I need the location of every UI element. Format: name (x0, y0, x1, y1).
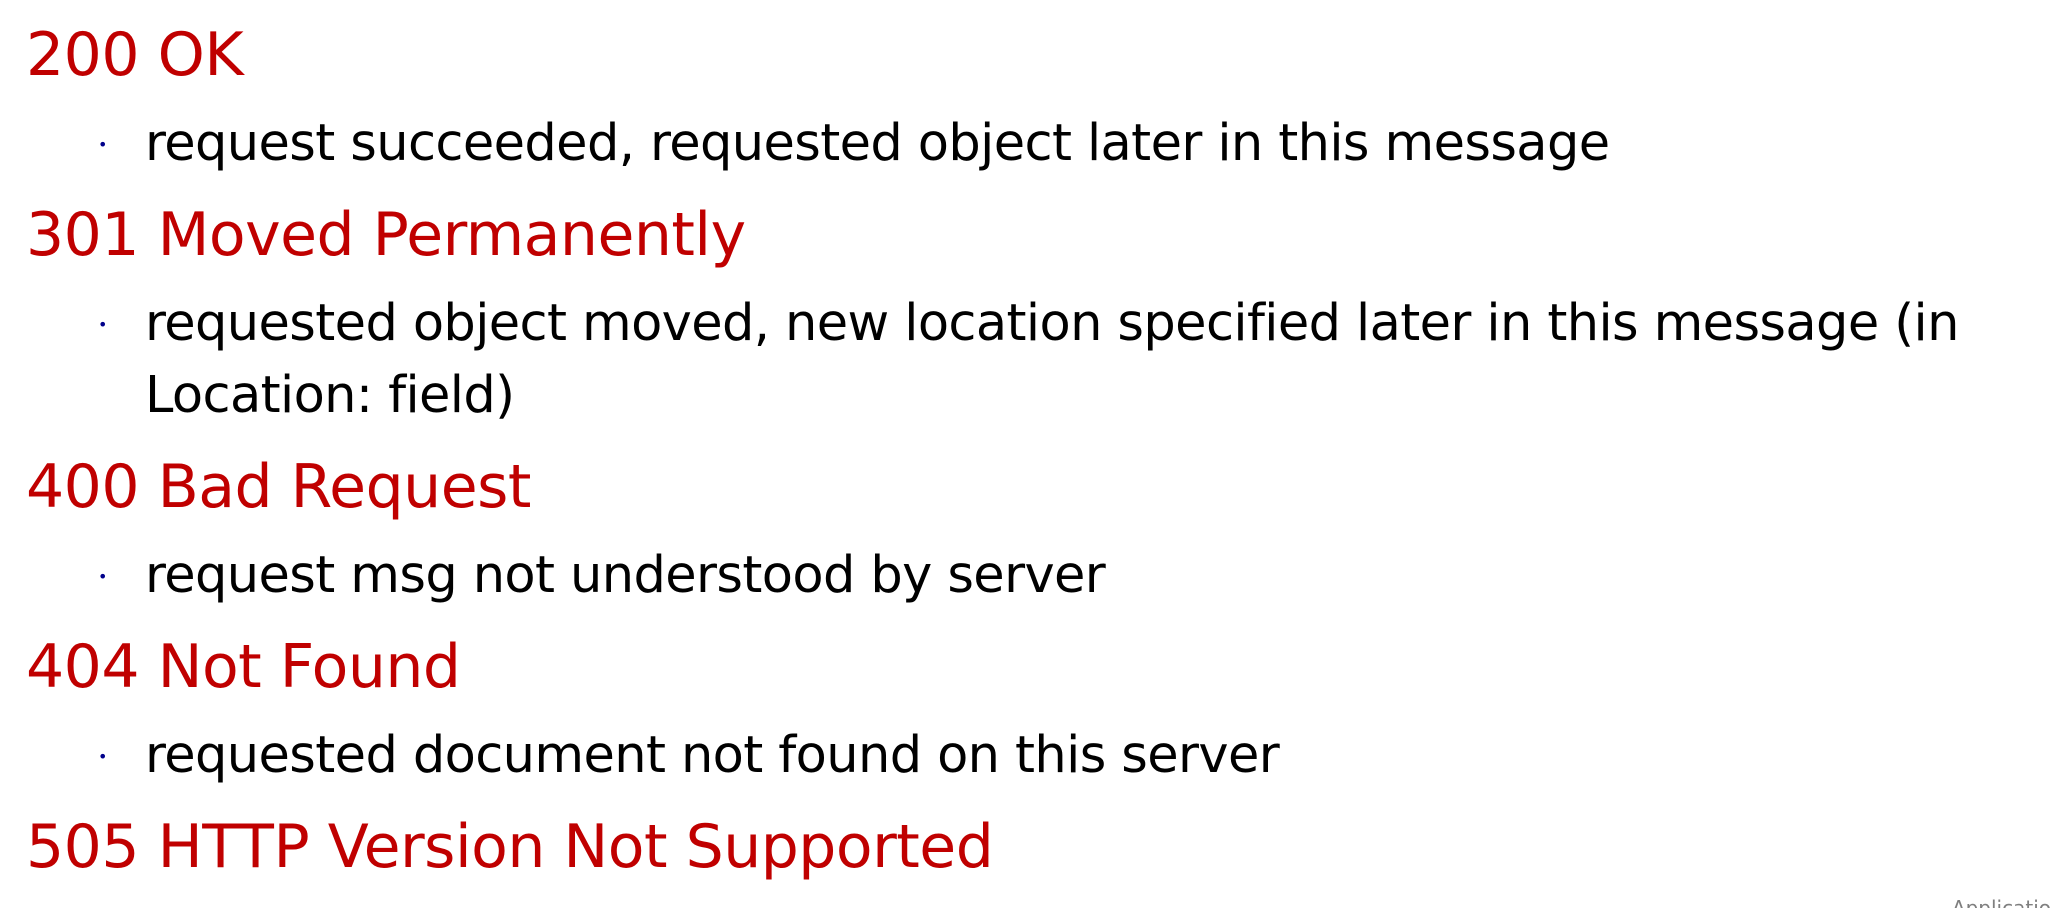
status-code-400-description: request msg not understood by server (145, 546, 1106, 605)
slide-footer-text: Applicatio (1951, 896, 2051, 908)
status-code-505-heading: 505 HTTP Version Not Supported (26, 812, 994, 882)
status-code-404-description: requested document not found on this ser… (145, 726, 1280, 785)
status-code-200-heading: 200 OK (26, 20, 244, 90)
slide: 200 OK • request succeeded, requested ob… (0, 0, 2061, 908)
bullet-icon: • (98, 135, 108, 154)
status-code-301-description-line-1: requested object moved, new location spe… (145, 294, 1959, 353)
bullet-icon: • (98, 747, 108, 766)
bullet-icon: • (98, 315, 108, 334)
bullet-icon: • (98, 567, 108, 586)
status-code-301-description-line-2: Location: field) (145, 366, 515, 425)
status-code-400-heading: 400 Bad Request (26, 452, 531, 522)
status-code-301-heading: 301 Moved Permanently (26, 200, 746, 270)
status-code-404-heading: 404 Not Found (26, 632, 461, 702)
status-code-200-description: request succeeded, requested object late… (145, 114, 1610, 173)
